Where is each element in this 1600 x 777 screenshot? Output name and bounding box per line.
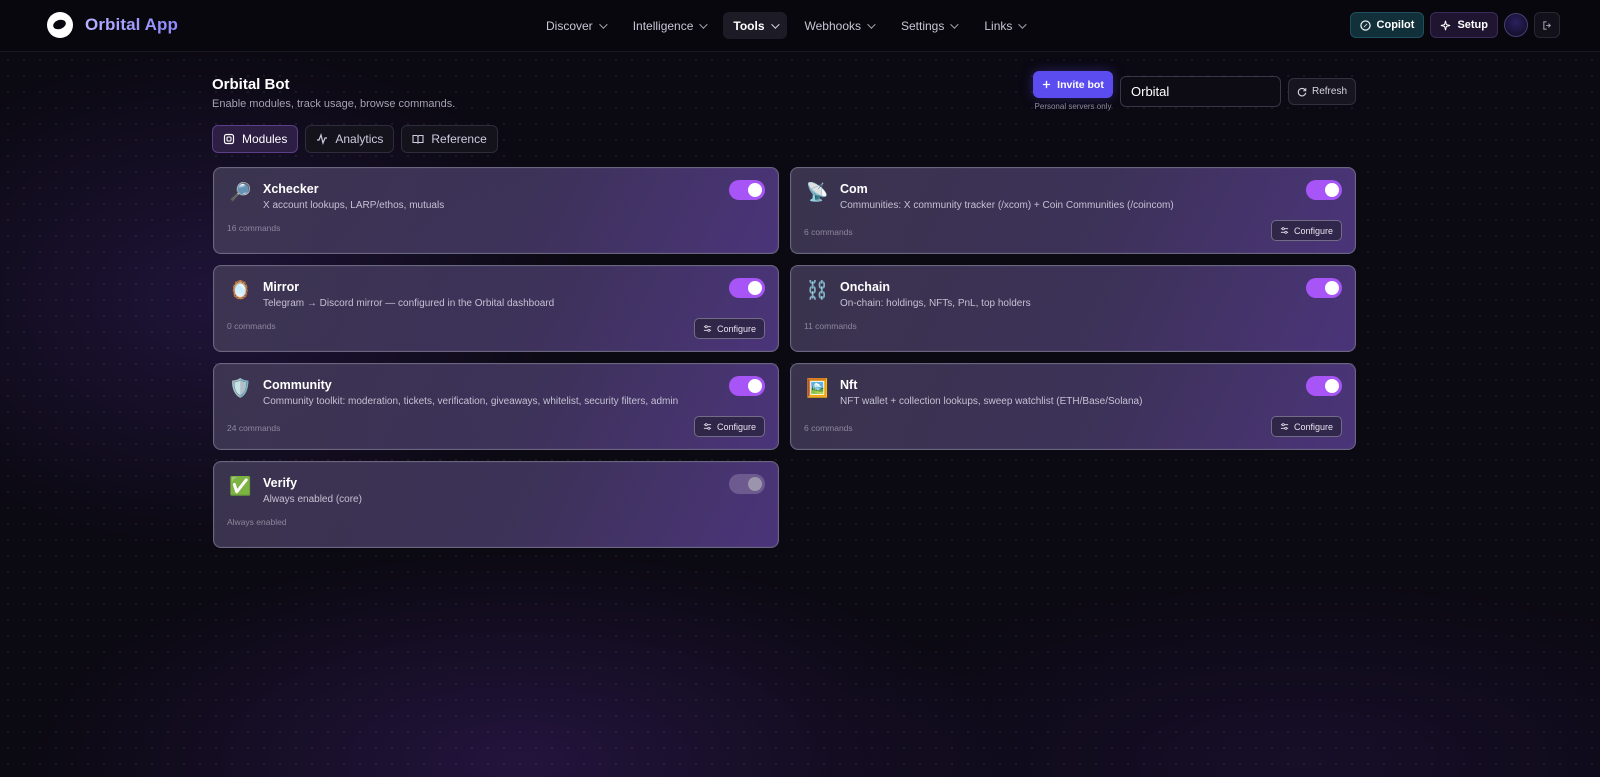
chevron-down-icon	[950, 19, 960, 29]
mirror-icon: 🪞	[229, 280, 252, 300]
nav-discover[interactable]: Discover	[536, 12, 615, 39]
nav-webhooks[interactable]: Webhooks	[795, 12, 883, 39]
sliders-icon	[1280, 423, 1289, 430]
modules-icon	[223, 133, 235, 145]
module-name: Com	[840, 182, 868, 196]
module-toggle[interactable]	[729, 180, 765, 200]
module-description: On-chain: holdings, NFTs, PnL, top holde…	[840, 298, 1031, 309]
invite-note: Personal servers only	[1034, 102, 1112, 111]
configure-button[interactable]: Configure	[1270, 416, 1342, 437]
module-command-count: 16 commands	[227, 223, 281, 233]
nav-intelligence[interactable]: Intelligence	[623, 12, 716, 39]
module-card-com: 📡 Com Communities: X community tracker (…	[790, 167, 1356, 254]
module-toggle-locked	[729, 474, 765, 494]
magnifier-icon: 🔎	[229, 182, 252, 202]
nav-settings[interactable]: Settings	[891, 12, 966, 39]
module-card-xchecker: 🔎 Xchecker X account lookups, LARP/ethos…	[213, 167, 779, 254]
app-name: Orbital App	[85, 15, 179, 34]
module-card-mirror: 🪞 Mirror Telegram → Discord mirror — con…	[213, 265, 779, 352]
picture-icon: 🖼️	[806, 378, 829, 398]
module-name: Nft	[840, 378, 858, 392]
module-toggle[interactable]	[1306, 376, 1342, 396]
invite-bot-button[interactable]: Invite bot	[1033, 71, 1113, 98]
module-description: Telegram → Discord mirror — configured i…	[263, 298, 555, 309]
chevron-down-icon	[1018, 19, 1028, 29]
server-input[interactable]	[1120, 76, 1281, 107]
checkmark-icon: ✅	[229, 476, 252, 496]
sliders-icon	[703, 325, 712, 332]
chevron-down-icon	[699, 19, 709, 29]
book-icon	[412, 134, 424, 144]
setup-button[interactable]: Setup	[1430, 12, 1498, 38]
module-command-count: 6 commands	[804, 227, 853, 237]
logout-icon	[1542, 20, 1551, 30]
module-description: X account lookups, LARP/ethos, mutuals	[263, 200, 445, 211]
user-avatar[interactable]	[1504, 13, 1528, 37]
page-title: Orbital Bot	[212, 76, 290, 93]
plus-icon	[1043, 80, 1051, 89]
refresh-button[interactable]: Refresh	[1288, 78, 1356, 105]
main-menu: Discover Intelligence Tools Webhooks Set…	[536, 12, 1034, 39]
logout-button[interactable]	[1534, 12, 1560, 38]
brand[interactable]: Orbital App	[47, 12, 178, 38]
module-name: Verify	[263, 476, 298, 490]
module-toggle[interactable]	[729, 278, 765, 298]
view-tabs: Modules Analytics Reference	[212, 125, 498, 153]
nav-actions: Copilot Setup	[1349, 12, 1560, 38]
satellite-icon: 📡	[806, 182, 829, 202]
top-navbar: Orbital App Discover Intelligence Tools …	[0, 0, 1600, 52]
nav-tools[interactable]: Tools	[723, 12, 787, 39]
module-card-verify: ✅ Verify Always enabled (core) Always en…	[213, 461, 779, 548]
module-description: Communities: X community tracker (/xcom)…	[840, 200, 1174, 211]
page-subtitle: Enable modules, track usage, browse comm…	[212, 98, 456, 110]
orbital-logo-icon	[47, 12, 73, 38]
chain-icon: ⛓️	[806, 280, 829, 300]
module-name: Onchain	[840, 280, 891, 294]
chevron-down-icon	[598, 19, 608, 29]
copilot-icon	[1359, 19, 1371, 31]
module-command-count: 6 commands	[804, 423, 853, 433]
chevron-down-icon	[770, 19, 780, 29]
tab-modules[interactable]: Modules	[212, 125, 299, 153]
chevron-down-icon	[867, 19, 876, 29]
configure-button[interactable]: Configure	[1270, 220, 1342, 241]
module-command-count: 11 commands	[804, 321, 857, 331]
module-card-community: 🛡️ Community Community toolkit: moderati…	[213, 363, 779, 450]
sliders-icon	[1280, 227, 1289, 234]
module-card-onchain: ⛓️ Onchain On-chain: holdings, NFTs, PnL…	[790, 265, 1356, 352]
module-name: Community	[263, 378, 332, 392]
configure-button[interactable]: Configure	[693, 416, 765, 437]
module-name: Xchecker	[263, 182, 319, 196]
configure-button[interactable]: Configure	[693, 318, 765, 339]
activity-icon	[317, 133, 328, 145]
module-command-count: 0 commands	[227, 321, 276, 331]
refresh-icon	[1297, 87, 1307, 96]
module-description: NFT wallet + collection lookups, sweep w…	[840, 396, 1143, 407]
module-command-count: Always enabled	[227, 517, 287, 527]
nav-links[interactable]: Links	[974, 12, 1034, 39]
copilot-button[interactable]: Copilot	[1349, 12, 1425, 38]
tab-analytics[interactable]: Analytics	[305, 125, 395, 153]
shield-icon: 🛡️	[229, 378, 252, 398]
module-command-count: 24 commands	[227, 423, 281, 433]
module-card-nft: 🖼️ Nft NFT wallet + collection lookups, …	[790, 363, 1356, 450]
module-description: Community toolkit: moderation, tickets, …	[263, 396, 679, 407]
module-name: Mirror	[263, 280, 300, 294]
module-toggle[interactable]	[729, 376, 765, 396]
tab-reference[interactable]: Reference	[401, 125, 498, 153]
module-toggle[interactable]	[1306, 278, 1342, 298]
sparkle-icon	[1441, 20, 1451, 30]
module-toggle[interactable]	[1306, 180, 1342, 200]
module-description: Always enabled (core)	[263, 494, 362, 505]
sliders-icon	[703, 423, 712, 430]
